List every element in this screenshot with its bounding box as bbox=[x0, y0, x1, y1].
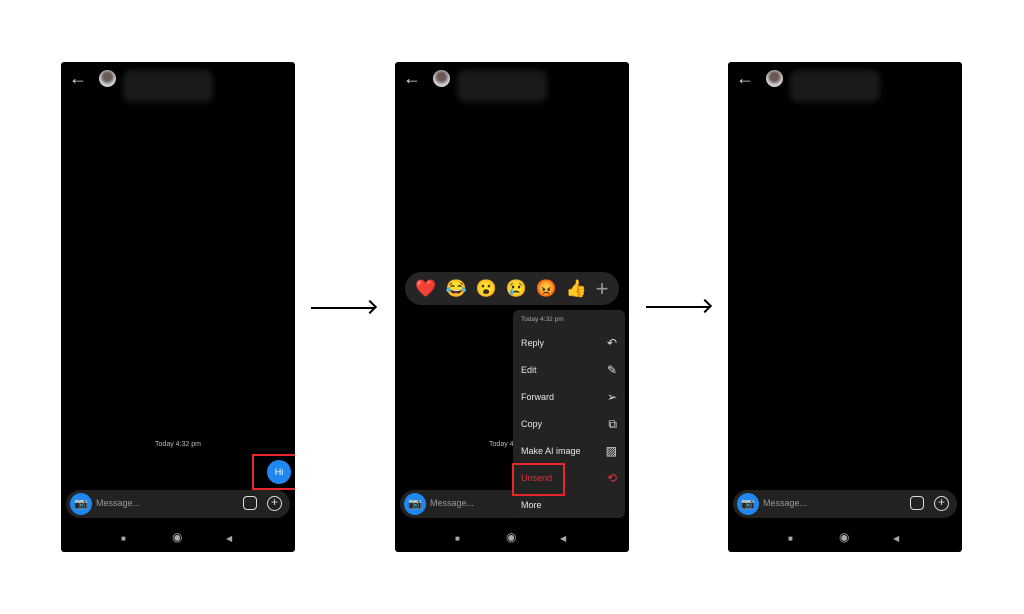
menu-item-forward[interactable]: Forward ➢ bbox=[521, 388, 617, 406]
sticker-icon[interactable] bbox=[910, 496, 924, 510]
menu-item-label: More bbox=[521, 500, 542, 510]
recent-apps-icon[interactable]: ■ bbox=[788, 534, 793, 543]
phone-screen-1: ← Today 4:32 pm Hi 📷 Message... + ■ ◉ ◀ bbox=[61, 62, 295, 552]
contact-name-blurred[interactable] bbox=[790, 70, 880, 102]
plus-icon[interactable]: + bbox=[267, 496, 282, 511]
highlight-box bbox=[252, 454, 295, 490]
sticker-icon[interactable] bbox=[243, 496, 257, 510]
message-input[interactable]: Message... bbox=[96, 498, 140, 508]
menu-item-more[interactable]: More bbox=[521, 496, 617, 514]
reaction-emoji[interactable]: 😡 bbox=[536, 279, 557, 299]
avatar[interactable] bbox=[766, 70, 783, 87]
reply-icon: ↶ bbox=[606, 336, 617, 350]
contact-name-blurred[interactable] bbox=[457, 70, 547, 102]
menu-item-label: Edit bbox=[521, 365, 537, 375]
reaction-bar: ❤️ 😂 😮 😢 😡 👍 + bbox=[405, 272, 619, 305]
camera-icon[interactable]: 📷 bbox=[70, 493, 92, 515]
reaction-emoji[interactable]: 😢 bbox=[506, 279, 527, 299]
ai-image-icon: ▨ bbox=[605, 444, 617, 458]
nav-back-icon[interactable]: ◀ bbox=[560, 534, 566, 543]
phone-screen-3: ← 📷 Message... + ■ ◉ ◀ bbox=[728, 62, 962, 552]
back-arrow-icon[interactable]: ← bbox=[69, 68, 87, 89]
nav-back-icon[interactable]: ◀ bbox=[226, 534, 232, 543]
contact-name-blurred[interactable] bbox=[123, 70, 213, 102]
message-composer: 📷 Message... + bbox=[733, 490, 957, 518]
camera-icon[interactable]: 📷 bbox=[737, 493, 759, 515]
copy-icon: ⧉ bbox=[608, 416, 617, 431]
reaction-emoji[interactable]: 👍 bbox=[566, 279, 587, 299]
menu-item-reply[interactable]: Reply ↶ bbox=[521, 334, 617, 352]
menu-timestamp: Today 4:32 pm bbox=[521, 316, 564, 323]
avatar[interactable] bbox=[99, 70, 116, 87]
edit-icon: ✎ bbox=[606, 363, 617, 377]
reaction-emoji[interactable]: 😂 bbox=[445, 279, 466, 299]
menu-item-edit[interactable]: Edit ✎ bbox=[521, 361, 617, 379]
home-icon[interactable]: ◉ bbox=[506, 530, 516, 544]
recent-apps-icon[interactable]: ■ bbox=[121, 534, 126, 543]
back-arrow-icon[interactable]: ← bbox=[736, 68, 754, 89]
home-icon[interactable]: ◉ bbox=[839, 530, 849, 544]
message-composer: 📷 Message... + bbox=[66, 490, 290, 518]
camera-icon[interactable]: 📷 bbox=[404, 493, 426, 515]
home-icon[interactable]: ◉ bbox=[172, 530, 182, 544]
menu-item-label: Copy bbox=[521, 419, 543, 429]
menu-item-copy[interactable]: Copy ⧉ bbox=[521, 415, 617, 433]
forward-icon: ➢ bbox=[606, 390, 617, 404]
message-input[interactable]: Message... bbox=[430, 498, 474, 508]
menu-item-label: Reply bbox=[521, 338, 545, 348]
highlight-box bbox=[512, 463, 565, 496]
phone-screen-2: ← Today 4:32 pm 📷 Message... + ■ ◉ ◀ ❤️ 😂 😮… bbox=[395, 62, 629, 552]
menu-item-label: Forward bbox=[521, 392, 555, 402]
menu-item-label: Make AI image bbox=[521, 446, 581, 456]
arrow-1 bbox=[311, 307, 374, 309]
avatar[interactable] bbox=[433, 70, 450, 87]
back-arrow-icon[interactable]: ← bbox=[403, 68, 421, 89]
arrow-2 bbox=[646, 306, 709, 308]
reaction-add-button[interactable]: + bbox=[596, 276, 609, 302]
menu-item-make-ai-image[interactable]: Make AI image ▨ bbox=[521, 442, 617, 460]
reaction-emoji[interactable]: 😮 bbox=[475, 279, 496, 299]
message-timestamp: Today 4:32 pm bbox=[155, 441, 201, 448]
recent-apps-icon[interactable]: ■ bbox=[455, 534, 460, 543]
nav-back-icon[interactable]: ◀ bbox=[893, 534, 899, 543]
message-input[interactable]: Message... bbox=[763, 498, 807, 508]
unsend-icon: ⟲ bbox=[606, 471, 617, 485]
plus-icon[interactable]: + bbox=[934, 496, 949, 511]
reaction-emoji[interactable]: ❤️ bbox=[415, 279, 436, 299]
